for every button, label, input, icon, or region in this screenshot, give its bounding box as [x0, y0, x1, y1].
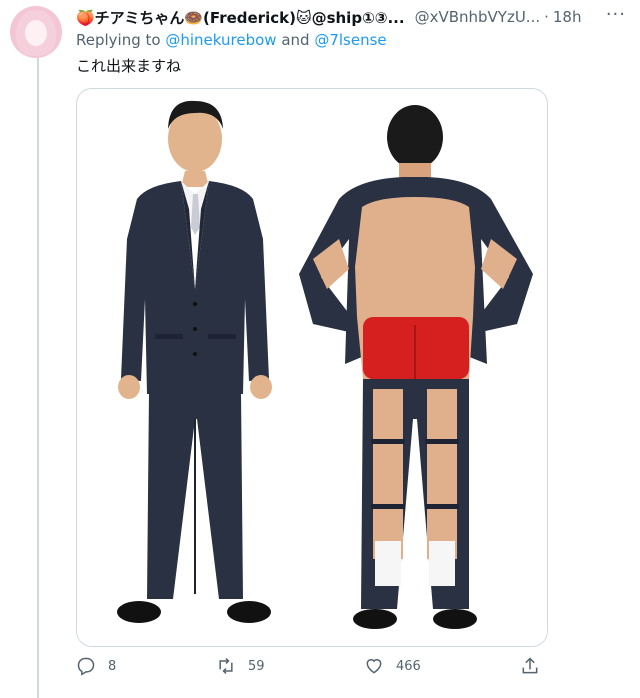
share-button[interactable]: [520, 656, 552, 676]
retweet-count: 59: [248, 658, 265, 674]
display-name[interactable]: 🍑チアミちゃん🍩(Frederick)🐱@ship①③...: [76, 7, 405, 28]
reply-button[interactable]: 8: [76, 656, 116, 676]
timestamp[interactable]: 18h: [553, 8, 582, 26]
tweet-header: 🍑チアミちゃん🍩(Frederick)🐱@ship①③... @xVBnhbVY…: [76, 4, 628, 28]
reply-user-link-2[interactable]: @7lsense: [314, 31, 386, 49]
retweet-icon: [219, 657, 233, 675]
replying-to: Replying to @hinekurebow and @7lsense: [76, 31, 387, 49]
separator-dot: ·: [544, 8, 549, 26]
reply-prefix: Replying to: [76, 31, 161, 49]
tweet-photo[interactable]: [76, 88, 548, 647]
tweet-actions: 8 59 466: [76, 656, 546, 686]
like-icon: [366, 659, 382, 674]
avatar[interactable]: [10, 6, 62, 58]
retweet-button[interactable]: 59: [216, 656, 265, 676]
reply-icon: [77, 657, 95, 676]
more-icon[interactable]: ···: [606, 4, 626, 25]
user-handle[interactable]: @xVBnhbVYzU...: [415, 8, 541, 26]
photo-suits: [77, 89, 547, 646]
thread-line: [37, 58, 39, 698]
tweet-text: これ出来ますね: [76, 57, 182, 75]
like-count: 466: [396, 658, 421, 674]
like-button[interactable]: 466: [364, 656, 421, 676]
reply-user-link-1[interactable]: @hinekurebow: [165, 31, 276, 49]
avatar-face: [25, 20, 47, 46]
share-icon: [522, 657, 538, 674]
reply-joiner: and: [281, 31, 310, 49]
reply-count: 8: [108, 658, 117, 674]
